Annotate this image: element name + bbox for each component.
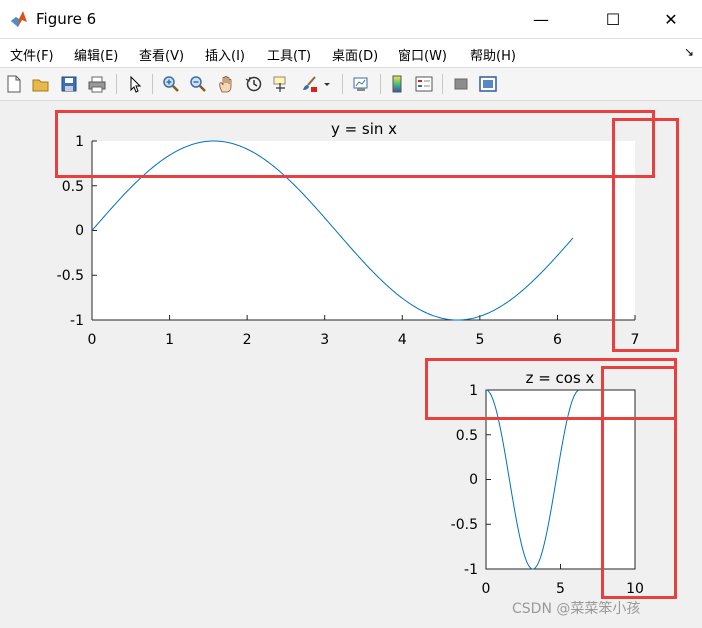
annotation-box-title-sin — [55, 110, 655, 178]
x-tick-label: 0 — [482, 581, 491, 597]
menu-bar: 文件(F) 编辑(E) 查看(V) 插入(I) 工具(T) 桌面(D) 窗口(W… — [0, 39, 702, 68]
open-icon[interactable] — [30, 73, 52, 95]
y-tick-label: 0.5 — [62, 179, 84, 195]
x-tick-label: 4 — [398, 332, 407, 348]
window-title: Figure 6 — [36, 10, 97, 28]
menu-help[interactable]: 帮助(H) — [470, 45, 516, 64]
menu-file[interactable]: 文件(F) — [10, 45, 54, 64]
y-tick-label: -1 — [70, 313, 84, 329]
maximize-button[interactable]: ☐ — [590, 0, 636, 38]
link-icon[interactable] — [350, 73, 372, 95]
x-tick-label: 1 — [165, 332, 174, 348]
toolbar-separator — [116, 74, 117, 94]
menu-desktop[interactable]: 桌面(D) — [332, 45, 378, 64]
x-tick-label: 6 — [553, 332, 562, 348]
y-tick-label: -0.5 — [451, 517, 478, 533]
menu-window[interactable]: 窗口(W) — [398, 45, 447, 64]
brush-icon[interactable] — [298, 73, 320, 95]
save-icon[interactable] — [58, 73, 80, 95]
hide-plot-tools-icon[interactable] — [450, 73, 472, 95]
pan-icon[interactable] — [215, 73, 237, 95]
watermark: CSDN @菜菜笨小孩 — [512, 601, 641, 617]
annotation-box-xlim-cos — [601, 366, 677, 599]
rotate-icon[interactable] — [243, 73, 265, 95]
title-bar: Figure 6 — ☐ ✕ — [0, 0, 702, 39]
toolbar-separator — [152, 74, 153, 94]
y-tick-label: 0.5 — [456, 428, 478, 444]
menu-overflow-icon[interactable]: ↘ — [684, 45, 694, 59]
y-tick-label: 0 — [75, 223, 84, 239]
y-tick-label: -0.5 — [57, 268, 84, 284]
toolbar-separator — [342, 74, 343, 94]
legend-icon[interactable] — [413, 73, 435, 95]
show-plot-tools-icon[interactable] — [477, 73, 499, 95]
toolbar-separator — [442, 74, 443, 94]
x-tick-label: 5 — [475, 332, 484, 348]
colorbar-icon[interactable] — [386, 73, 408, 95]
toolbar — [0, 68, 702, 101]
toolbar-separator — [380, 74, 381, 94]
menu-edit[interactable]: 编辑(E) — [74, 45, 118, 64]
annotation-box-xlim-sin — [612, 118, 679, 352]
menu-tools[interactable]: 工具(T) — [267, 45, 311, 64]
y-tick-label: -1 — [464, 562, 478, 578]
x-tick-label: 3 — [320, 332, 329, 348]
data-cursor-icon[interactable] — [270, 73, 292, 95]
menu-view[interactable]: 查看(V) — [139, 45, 184, 64]
pointer-icon[interactable] — [124, 73, 146, 95]
menu-insert[interactable]: 插入(I) — [205, 45, 245, 64]
x-tick-label: 2 — [243, 332, 252, 348]
axes-sin-x-ticks: 0 1 2 3 4 5 6 7 — [88, 332, 640, 348]
x-tick-label: 0 — [88, 332, 97, 348]
minimize-button[interactable]: — — [518, 0, 564, 38]
print-icon[interactable] — [86, 73, 108, 95]
new-figure-icon[interactable] — [3, 73, 25, 95]
zoom-out-icon[interactable] — [187, 73, 209, 95]
y-tick-label: 0 — [469, 472, 478, 488]
zoom-in-icon[interactable] — [160, 73, 182, 95]
x-tick-label: 5 — [556, 581, 565, 597]
matlab-logo-icon — [11, 11, 27, 27]
close-button[interactable]: ✕ — [648, 0, 694, 38]
chevron-down-icon[interactable] — [320, 73, 334, 95]
